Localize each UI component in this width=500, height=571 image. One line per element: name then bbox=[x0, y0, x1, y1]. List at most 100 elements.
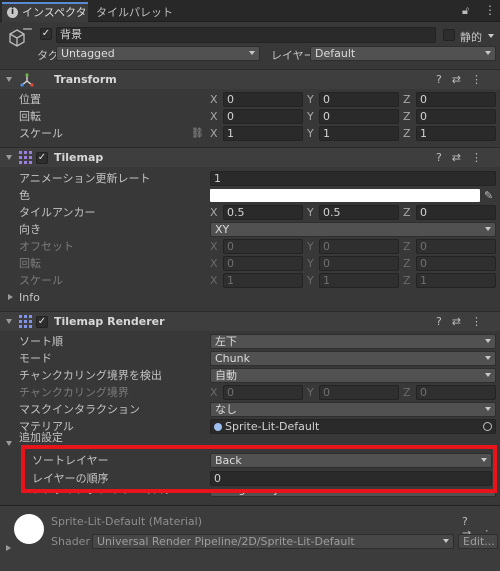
scale-label: スケール bbox=[19, 127, 63, 140]
tag-value: Untagged bbox=[61, 47, 115, 60]
axis-y[interactable]: Y bbox=[307, 204, 319, 221]
renderer-header[interactable]: ✓ Tilemap Renderer ?⇄⋮ bbox=[0, 311, 500, 331]
mask-label: マスクインタラクション bbox=[19, 403, 140, 416]
material-fold-icon[interactable] bbox=[6, 545, 11, 551]
offset-row: オフセット X 0 Y 0 Z 0 bbox=[0, 238, 500, 255]
axis-y[interactable]: Y bbox=[307, 108, 319, 125]
anim-rate-row: アニメーション更新レート 1 bbox=[0, 170, 500, 187]
culling-bounds-label: チャンクカリング境界 bbox=[19, 386, 129, 399]
anim-rate-label: アニメーション更新レート bbox=[19, 172, 151, 185]
active-checkbox[interactable]: ✓ bbox=[40, 28, 52, 40]
eyedropper-icon[interactable]: ✎ bbox=[484, 187, 493, 204]
axis-x[interactable]: X bbox=[210, 125, 222, 142]
additional-fold-icon[interactable] bbox=[6, 441, 12, 446]
anchor-z[interactable]: 0 bbox=[416, 205, 496, 220]
object-name-field[interactable]: 背景 bbox=[56, 27, 436, 43]
material-row: マテリアル Sprite-Lit-Default bbox=[0, 418, 500, 435]
position-row: 位置 X 0 Y 0 Z 0 bbox=[0, 91, 500, 108]
mask-dropdown[interactable]: なし bbox=[210, 402, 496, 417]
axis-x: X bbox=[210, 257, 218, 270]
more-menu-icon[interactable]: ⋮ bbox=[484, 3, 496, 17]
position-z[interactable]: 0 bbox=[416, 92, 496, 107]
tilemap-fold-icon[interactable] bbox=[6, 155, 12, 160]
tile-rotation-y: 0 bbox=[319, 256, 399, 271]
orientation-dropdown[interactable]: XY bbox=[210, 222, 496, 237]
sort-order-dropdown[interactable]: 左下 bbox=[210, 334, 496, 349]
tilemap-renderer-icon bbox=[19, 315, 32, 335]
axis-x[interactable]: X bbox=[210, 204, 222, 221]
axis-x[interactable]: X bbox=[210, 108, 222, 125]
lock-icon[interactable]: 🔓︎ bbox=[462, 4, 469, 18]
tilemap-icon bbox=[19, 151, 32, 171]
tilemap-header-icons[interactable]: ?⇄⋮ bbox=[436, 148, 492, 168]
layer-dropdown[interactable]: Default bbox=[310, 46, 496, 61]
axis-y: Y bbox=[307, 257, 314, 270]
gameobject-icon bbox=[7, 28, 27, 51]
mode-value: Chunk bbox=[215, 352, 250, 365]
position-label: 位置 bbox=[19, 93, 41, 106]
renderer-enabled-checkbox[interactable]: ✓ bbox=[36, 316, 48, 328]
rotation-label: 回転 bbox=[19, 110, 41, 123]
additional-settings-label: 追加設定 bbox=[19, 431, 63, 444]
material-panel-title: Sprite-Lit-Default (Material) bbox=[51, 515, 203, 528]
scale-y[interactable]: 1 bbox=[319, 126, 399, 141]
scale-row: スケール ⛓︎ X 1 Y 1 Z 1 bbox=[0, 125, 500, 142]
culling-bounds-row: チャンクカリング境界 X 0 Y 0 Z 0 bbox=[0, 384, 500, 401]
axis-z[interactable]: Z bbox=[403, 125, 415, 142]
shader-edit-button[interactable]: Edit... bbox=[458, 534, 498, 549]
tilemap-enabled-checkbox[interactable]: ✓ bbox=[36, 152, 48, 164]
tab-tile-palette[interactable]: タイルパレット bbox=[96, 4, 173, 21]
rotation-y[interactable]: 0 bbox=[319, 109, 399, 124]
material-sphere-icon bbox=[214, 423, 222, 431]
sort-order-label: ソート順 bbox=[19, 335, 63, 348]
renderer-fold-icon[interactable] bbox=[6, 319, 12, 324]
axis-x: X bbox=[210, 240, 218, 253]
object-picker-icon[interactable] bbox=[483, 422, 492, 431]
tab-inspector[interactable]: i インスペクター bbox=[2, 2, 88, 36]
axis-x[interactable]: X bbox=[210, 91, 222, 108]
mode-row: モード Chunk bbox=[0, 350, 500, 367]
axis-y: Y bbox=[307, 240, 314, 253]
color-swatch[interactable] bbox=[210, 189, 480, 202]
layer-label: レイヤー bbox=[271, 49, 315, 62]
transform-header[interactable]: Transform ?⇄⋮ bbox=[0, 69, 500, 89]
axis-x: X bbox=[210, 274, 218, 287]
culling-bounds-y: 0 bbox=[319, 385, 399, 400]
axis-z[interactable]: Z bbox=[403, 204, 415, 221]
tilemap-header[interactable]: ✓ Tilemap ?⇄⋮ bbox=[0, 147, 500, 167]
info-fold-icon[interactable] bbox=[8, 294, 13, 300]
material-field[interactable]: Sprite-Lit-Default bbox=[210, 419, 496, 434]
static-checkbox[interactable] bbox=[443, 29, 455, 41]
orientation-value: XY bbox=[215, 223, 230, 236]
tile-scale-label: スケール bbox=[19, 274, 63, 287]
anchor-x[interactable]: 0.5 bbox=[223, 205, 303, 220]
transform-fold-icon[interactable] bbox=[6, 77, 12, 82]
position-y[interactable]: 0 bbox=[319, 92, 399, 107]
tile-rotation-z: 0 bbox=[416, 256, 496, 271]
position-x[interactable]: 0 bbox=[223, 92, 303, 107]
rotation-x[interactable]: 0 bbox=[223, 109, 303, 124]
renderer-header-icons[interactable]: ?⇄⋮ bbox=[436, 312, 492, 332]
tile-scale-y: 1 bbox=[319, 273, 399, 288]
scale-x[interactable]: 1 bbox=[223, 126, 303, 141]
culling-detect-dropdown[interactable]: 自動 bbox=[210, 368, 496, 383]
shader-dropdown[interactable]: Universal Render Pipeline/2D/Sprite-Lit-… bbox=[92, 534, 454, 549]
anchor-y[interactable]: 0.5 bbox=[319, 205, 399, 220]
axis-y[interactable]: Y bbox=[307, 125, 319, 142]
axis-z[interactable]: Z bbox=[403, 91, 415, 108]
link-icon[interactable]: ⛓︎ bbox=[191, 125, 204, 142]
static-dropdown-icon[interactable] bbox=[488, 34, 494, 38]
sort-order-value: 左下 bbox=[215, 335, 237, 348]
tile-scale-row: スケール X 1 Y 1 Z 1 bbox=[0, 272, 500, 289]
tile-scale-z: 1 bbox=[416, 273, 496, 288]
rotation-z[interactable]: 0 bbox=[416, 109, 496, 124]
transform-header-icons[interactable]: ?⇄⋮ bbox=[436, 70, 492, 90]
info-foldout[interactable]: Info bbox=[0, 289, 500, 306]
scale-z[interactable]: 1 bbox=[416, 126, 496, 141]
axis-y[interactable]: Y bbox=[307, 91, 319, 108]
tag-dropdown[interactable]: Untagged bbox=[56, 46, 260, 61]
axis-z[interactable]: Z bbox=[403, 108, 415, 125]
anim-rate-field[interactable]: 1 bbox=[210, 171, 496, 186]
material-preview-sphere bbox=[14, 514, 44, 544]
mode-dropdown[interactable]: Chunk bbox=[210, 351, 496, 366]
